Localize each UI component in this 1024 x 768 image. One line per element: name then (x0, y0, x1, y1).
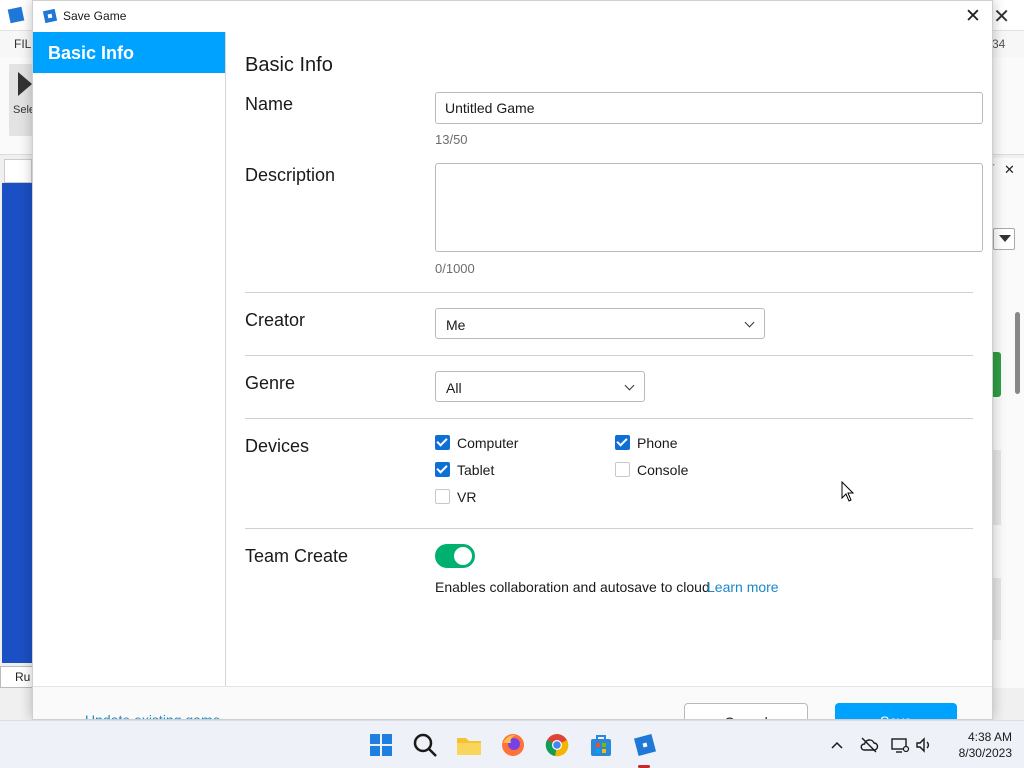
learn-more-link[interactable]: Learn more (707, 579, 779, 595)
device-checkbox-computer[interactable]: Computer (435, 434, 565, 452)
dialog-title: Save Game (63, 9, 127, 23)
filter-icon[interactable] (993, 228, 1015, 250)
mouse-cursor-icon (841, 481, 855, 502)
device-checkbox-phone[interactable]: Phone (615, 434, 725, 452)
clock-date: 8/30/2023 (958, 746, 1012, 760)
divider (245, 292, 973, 293)
genre-dropdown[interactable]: All (435, 371, 645, 402)
checkbox-checked-icon (435, 462, 450, 477)
taskbar: 4:38 AM 8/30/2023 (0, 720, 1024, 768)
dialog-content: Basic Info Name 13/50 Description 0/1000… (226, 32, 992, 686)
device-label-computer: Computer (457, 435, 519, 451)
checkbox-checked-icon (615, 435, 630, 450)
device-label-tablet: Tablet (457, 462, 495, 478)
speaker-icon[interactable] (914, 735, 934, 755)
name-counter: 13/50 (435, 132, 468, 147)
chevron-down-icon (624, 380, 635, 391)
checkbox-unchecked-icon (435, 489, 450, 504)
background-card (993, 450, 1001, 525)
chevron-down-icon (744, 317, 755, 328)
search-icon[interactable] (411, 731, 439, 759)
description-textarea[interactable] (435, 163, 983, 252)
team-create-description: Enables collaboration and autosave to cl… (435, 579, 710, 595)
divider (245, 355, 973, 356)
cloud-offline-icon[interactable] (859, 735, 879, 755)
roblox-studio-logo-icon (7, 6, 25, 24)
device-checkbox-console[interactable]: Console (615, 461, 725, 479)
taskbar-clock[interactable]: 4:38 AM 8/30/2023 (948, 729, 1012, 761)
description-label: Description (245, 165, 336, 185)
monitor-icon[interactable] (890, 735, 910, 755)
dialog-footer: Update existing game Cancel Save (33, 686, 992, 719)
team-create-label: Team Create (245, 546, 349, 566)
roblox-studio-logo-icon (42, 8, 58, 24)
dialog-titlebar: Save Game ✕ (33, 1, 992, 32)
device-label-phone: Phone (637, 435, 678, 451)
device-checkbox-tablet[interactable]: Tablet (435, 461, 565, 479)
background-green-button[interactable] (993, 352, 1001, 397)
name-label: Name (245, 94, 294, 114)
play-icon (18, 72, 32, 96)
devices-label: Devices (245, 436, 310, 456)
creator-dropdown[interactable]: Me (435, 308, 765, 339)
cancel-button[interactable]: Cancel (684, 703, 808, 719)
creator-selected-value: Me (446, 317, 466, 333)
update-existing-game-link[interactable]: Update existing game (85, 712, 220, 719)
section-title: Basic Info (245, 54, 333, 76)
clock-time: 4:38 AM (967, 730, 1012, 744)
chevron-up-icon[interactable] (827, 735, 847, 755)
description-counter: 0/1000 (435, 261, 475, 276)
toggle-knob (454, 547, 472, 565)
background-close-icon[interactable]: ✕ (993, 4, 1010, 28)
background-scrollbar[interactable] (1015, 312, 1020, 394)
checkbox-checked-icon (435, 435, 450, 450)
sidebar-item-basic-info[interactable]: Basic Info (33, 32, 225, 73)
file-explorer-icon[interactable] (455, 731, 483, 759)
device-label-vr: VR (457, 489, 477, 505)
dialog-sidebar: Basic Info (33, 32, 226, 686)
device-checkbox-vr[interactable]: VR (435, 488, 515, 506)
firefox-icon[interactable] (499, 731, 527, 759)
device-label-console: Console (637, 462, 689, 478)
background-card (993, 578, 1001, 640)
divider (245, 418, 973, 419)
roblox-studio-icon[interactable] (631, 731, 659, 759)
divider (245, 528, 973, 529)
save-game-dialog: Save Game ✕ Basic Info Basic Info Name 1… (32, 0, 993, 720)
document-tab-icon[interactable] (4, 159, 32, 183)
menu-right-fragment: 34 (992, 37, 1006, 51)
genre-label: Genre (245, 373, 296, 393)
name-input[interactable] (435, 92, 983, 124)
chrome-icon[interactable] (543, 731, 571, 759)
creator-label: Creator (245, 310, 306, 330)
genre-selected-value: All (446, 380, 462, 396)
panel-close-icon[interactable]: ✕ (1004, 162, 1015, 178)
background-viewport (2, 183, 33, 663)
windows-start-icon[interactable] (367, 731, 395, 759)
command-bar[interactable]: Ru (0, 666, 33, 688)
microsoft-store-icon[interactable] (587, 731, 615, 759)
checkbox-unchecked-icon (615, 462, 630, 477)
team-create-toggle[interactable] (435, 544, 475, 568)
dialog-close-icon[interactable]: ✕ (960, 3, 986, 29)
save-button[interactable]: Save (835, 703, 957, 719)
